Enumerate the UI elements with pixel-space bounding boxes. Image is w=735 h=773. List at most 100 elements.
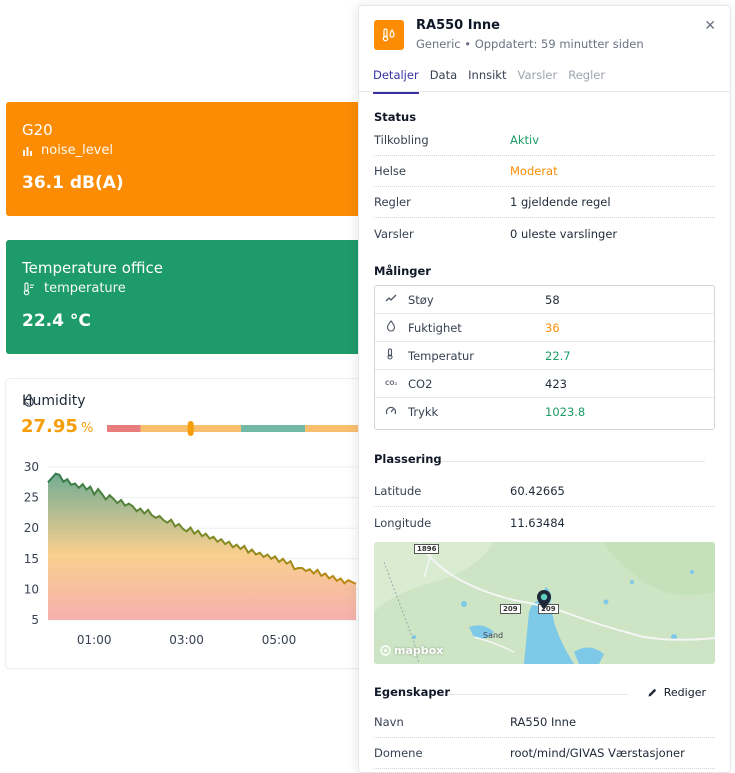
measurement-label: Støy [408,292,434,307]
row-value: RA550 Inne [510,715,577,729]
row-value: Aktiv [510,133,540,147]
x-tick-label: 01:00 [77,633,112,647]
panel-title: RA550 Inne [416,18,500,33]
measurement-label: Trykk [408,405,439,419]
humidity-chart: 30 25 20 15 10 5 01:00 03:00 05:00 [24,421,386,647]
property-row: Navn RA550 Inne [374,707,715,738]
row-value: 0 uleste varslinger [510,226,618,241]
status-row: Varsler 0 uleste varslinger [374,218,715,249]
measurement-label: CO2 [408,376,433,391]
mapbox-icon [380,645,391,656]
row-label: Navn [374,715,404,729]
gauge-icon [385,405,408,420]
card-metric-label: noise_level [41,143,113,158]
location-row: Longitude 11.63484 [374,507,715,538]
row-value: 60.42665 [510,484,565,498]
noise-card[interactable]: G20 noise_level 36.1 dB(A) [6,102,386,216]
measurement-row[interactable]: Fuktighet 36 [375,314,714,342]
panel-header: RA550 Inne Generic • Oppdatert: 59 minut… [359,6,730,94]
card-metric-label: temperature [44,281,126,296]
measurement-value: 36 [545,320,560,335]
measurements-heading: Målinger [374,264,431,278]
measurement-row[interactable]: Trykk 1023.8 [375,398,714,426]
row-label: Regler [374,195,411,209]
tab-regler[interactable]: Regler [568,68,605,94]
status-row: Helse Moderat [374,156,715,187]
divider [448,694,628,695]
row-label: Helse [374,164,406,178]
row-label: Longitude [374,515,432,530]
level-bar-marker [187,421,194,436]
mapbox-logo[interactable]: mapbox [380,644,443,657]
property-row: Domene root/mind/GIVAS Værstasjoner [374,738,715,769]
card-value: 22.4 °C [22,311,91,331]
card-metric: temperature [22,281,370,296]
map-road-label: 209 [500,604,521,614]
measurement-value: 22.7 [545,348,571,363]
map-road-label: 1896 [414,544,440,554]
measurement-value: 423 [545,376,567,391]
properties-heading: Egenskaper [374,685,451,699]
row-value: 11.63484 [510,515,565,530]
map-place-label: Sand [483,631,504,640]
x-tick-label: 05:00 [262,633,297,647]
bar-chart-icon [23,147,32,156]
close-icon[interactable]: ✕ [704,18,716,34]
level-bar-segment [240,425,306,432]
droplet-icon [385,320,408,335]
edit-button-label: Rediger [663,686,706,699]
sensor-icon [374,20,404,50]
row-label: Domene [374,746,423,760]
humidity-widget[interactable]: Humidity 27.95% 30 25 20 15 10 5 01:00 03:00 05:… [6,379,386,668]
status-heading: Status [374,110,417,124]
measurement-label: Temperatur [408,348,475,363]
row-value: root/mind/GIVAS Værstasjoner [510,746,685,760]
row-label: Tilkobling [374,133,429,147]
map-pin-icon [537,590,551,610]
measurement-value: 1023.8 [545,405,586,419]
card-metric: noise_level [22,143,370,158]
row-value: Moderat [510,164,558,178]
location-map[interactable]: 1896 209 209 Sand mapbox [374,542,715,664]
trend-icon [385,293,408,306]
tab-data[interactable]: Data [430,68,457,94]
status-row: Tilkobling Aktiv [374,125,715,156]
measurement-label: Fuktighet [408,320,462,335]
card-title: G20 [22,121,53,139]
measurement-row[interactable]: Støy 58 [375,286,714,314]
measurement-row[interactable]: CO₂ CO2 423 [375,370,714,398]
thermometer-icon [385,348,408,363]
row-value: 1 gjeldende regel [510,195,611,209]
dashboard: G20 noise_level 36.1 dB(A) Temperature o… [0,0,735,773]
mapbox-attribution: mapbox [394,644,444,657]
level-bar-segment [107,425,141,432]
temperature-card[interactable]: Temperature office temperature 22.4 °C [6,240,386,354]
y-tick-label: 10 [24,582,39,596]
location-row: Latitude 60.42665 [374,476,715,507]
panel-tabs: Detaljer Data Innsikt Varsler Regler [373,68,605,94]
device-detail-panel: RA550 Inne Generic • Oppdatert: 59 minut… [358,5,731,773]
location-heading: Plassering [374,452,442,466]
thermometer-icon [23,281,34,295]
measurement-row[interactable]: Temperatur 22.7 [375,342,714,370]
row-label: Latitude [374,484,422,498]
tab-innsikt[interactable]: Innsikt [468,68,506,94]
tab-varsler[interactable]: Varsler [517,68,557,94]
co2-icon: CO₂ [385,380,398,387]
x-tick-label: 03:00 [169,633,204,647]
measurement-value: 58 [545,292,560,307]
y-tick-label: 30 [24,460,39,474]
card-title: Temperature office [22,259,163,277]
row-label: Varsler [374,226,414,241]
measurements-table: Støy 58 Fuktighet 36 Temperatur 22.7 CO₂… [374,285,715,430]
y-tick-label: 15 [24,552,39,566]
pencil-icon [648,688,656,697]
status-row: Regler 1 gjeldende regel [374,187,715,218]
edit-button[interactable]: Rediger [647,686,706,699]
y-tick-label: 25 [24,491,39,505]
panel-subtitle: Generic • Oppdatert: 59 minutter siden [416,37,644,51]
y-tick-label: 20 [24,521,39,535]
card-value: 36.1 dB(A) [22,173,124,193]
tab-detaljer[interactable]: Detaljer [373,68,419,94]
y-tick-label: 5 [31,613,39,627]
